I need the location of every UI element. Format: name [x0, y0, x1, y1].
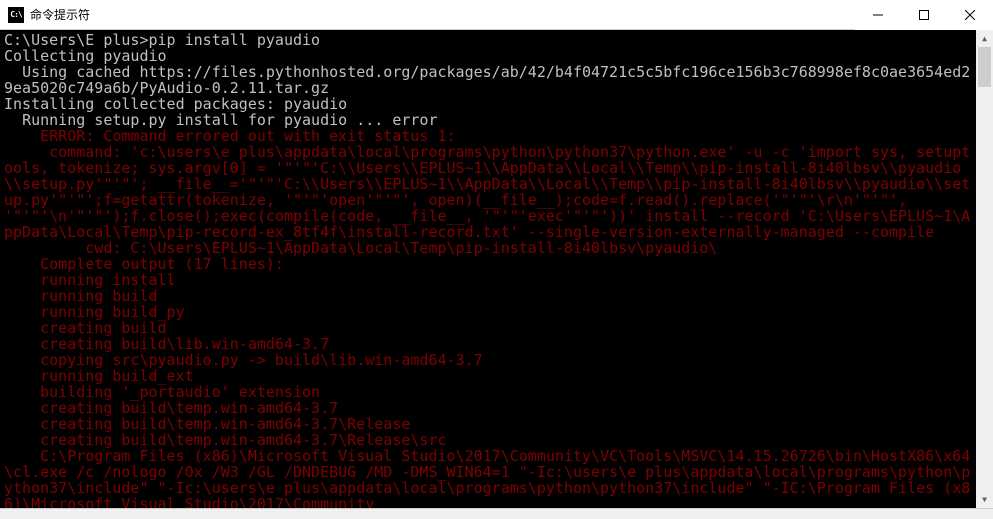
terminal-line: Running setup.py install for pyaudio ...… — [4, 112, 976, 128]
window-title: 命令提示符 — [30, 6, 855, 23]
terminal-line: Installing collected packages: pyaudio — [4, 96, 976, 112]
terminal-line: running build_py — [4, 304, 976, 320]
terminal-line: C:\Users\E plus>pip install pyaudio — [4, 32, 976, 48]
close-button[interactable] — [947, 0, 993, 30]
terminal-line: creating build\temp.win-amd64-3.7\Releas… — [4, 432, 976, 448]
terminal-line: running build — [4, 288, 976, 304]
scroll-thumb[interactable] — [978, 47, 991, 87]
terminal-line: Collecting pyaudio — [4, 48, 976, 64]
terminal-line: ERROR: Command errored out with exit sta… — [4, 128, 976, 144]
terminal-line: command: 'c:\users\e plus\appdata\local\… — [4, 144, 976, 240]
terminal-line: creating build\lib.win-amd64-3.7 — [4, 336, 976, 352]
minimize-button[interactable] — [855, 0, 901, 30]
scroll-up-button[interactable]: ▲ — [976, 30, 993, 47]
terminal-line: Complete output (17 lines): — [4, 256, 976, 272]
console-area: C:\Users\E plus>pip install pyaudioColle… — [0, 30, 993, 508]
status-bar — [0, 508, 993, 519]
terminal-line: copying src\pyaudio.py -> build\lib.win-… — [4, 352, 976, 368]
terminal-line: building '_portaudio' extension — [4, 384, 976, 400]
terminal-line: running install — [4, 272, 976, 288]
terminal-line: cwd: C:\Users\EPLUS~1\AppData\Local\Temp… — [4, 240, 976, 256]
maximize-button[interactable] — [901, 0, 947, 30]
terminal-output[interactable]: C:\Users\E plus>pip install pyaudioColle… — [0, 30, 976, 508]
terminal-line: C:\Program Files (x86)\Microsoft Visual … — [4, 448, 976, 508]
terminal-line: creating build\temp.win-amd64-3.7\Releas… — [4, 416, 976, 432]
terminal-line: creating build — [4, 320, 976, 336]
terminal-line: creating build\temp.win-amd64-3.7 — [4, 400, 976, 416]
scroll-down-button[interactable]: ▼ — [976, 491, 993, 508]
terminal-line: running build_ext — [4, 368, 976, 384]
scroll-track[interactable] — [976, 47, 993, 491]
vertical-scrollbar[interactable]: ▲ ▼ — [976, 30, 993, 508]
cmd-icon: C:\ — [8, 7, 24, 23]
window-titlebar: C:\ 命令提示符 — [0, 0, 993, 30]
terminal-line: Using cached https://files.pythonhosted.… — [4, 64, 976, 96]
